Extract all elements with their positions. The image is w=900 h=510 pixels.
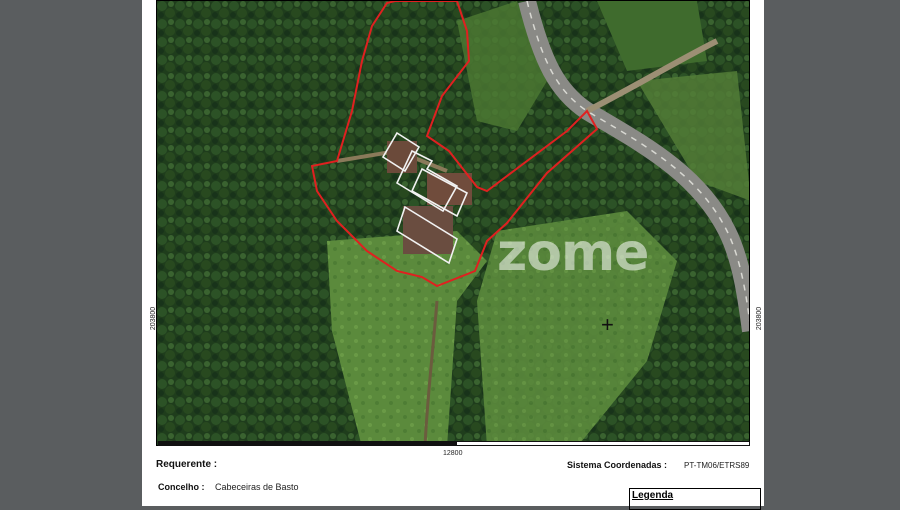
zome-watermark: zome xyxy=(497,223,649,283)
concelho-label: Concelho : xyxy=(158,482,205,492)
legend-box: Legenda xyxy=(629,488,761,510)
coord-label-right: 203800 xyxy=(756,306,764,331)
document-page: zome + 203800 203800 12800 Requerente : … xyxy=(142,0,764,510)
coord-label-left: 203800 xyxy=(150,306,158,331)
requerente-label: Requerente : xyxy=(156,459,218,470)
sistema-coordenadas-value: PT-TM06/ETRS89 xyxy=(684,461,750,470)
concelho-value: Cabeceiras de Basto xyxy=(215,482,299,492)
scale-bar-dark-segment xyxy=(158,441,456,446)
crosshair-icon: + xyxy=(601,312,614,337)
aerial-map[interactable]: zome + xyxy=(156,0,750,446)
sistema-coordenadas-label: Sistema Coordenadas : xyxy=(567,460,668,470)
coord-label-bottom: 12800 xyxy=(443,450,463,457)
scale-bar-light-segment xyxy=(456,441,750,446)
legend-title: Legenda xyxy=(632,490,674,501)
scale-bar xyxy=(158,441,750,446)
aerial-image xyxy=(157,1,749,445)
